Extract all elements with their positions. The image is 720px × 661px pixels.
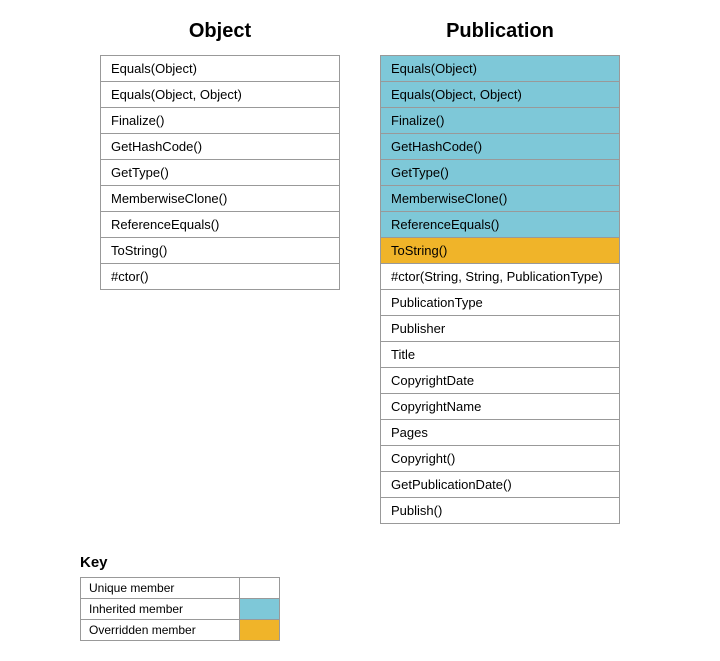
cell-label: ReferenceEquals() bbox=[381, 212, 620, 238]
main-container: Object Equals(Object)Equals(Object, Obje… bbox=[20, 20, 700, 524]
key-label: Overridden member bbox=[81, 620, 240, 641]
table-row: Finalize() bbox=[101, 108, 340, 134]
list-item: Overridden member bbox=[81, 620, 280, 641]
key-color bbox=[240, 620, 280, 641]
object-title: Object bbox=[189, 20, 251, 43]
table-row: #ctor() bbox=[101, 264, 340, 290]
cell-label: GetType() bbox=[381, 160, 620, 186]
key-table: Unique member Inherited member Overridde… bbox=[80, 577, 280, 641]
table-row: Copyright() bbox=[381, 446, 620, 472]
cell-label: ToString() bbox=[101, 238, 340, 264]
cell-label: Equals(Object) bbox=[101, 56, 340, 82]
table-row: ReferenceEquals() bbox=[101, 212, 340, 238]
key-label: Unique member bbox=[81, 578, 240, 599]
table-row: ToString() bbox=[381, 238, 620, 264]
cell-label: #ctor(String, String, PublicationType) bbox=[381, 264, 620, 290]
object-column: Object Equals(Object)Equals(Object, Obje… bbox=[100, 20, 340, 524]
table-row: GetType() bbox=[101, 160, 340, 186]
cell-label: GetHashCode() bbox=[381, 134, 620, 160]
table-row: MemberwiseClone() bbox=[101, 186, 340, 212]
table-row: Finalize() bbox=[381, 108, 620, 134]
cell-label: CopyrightName bbox=[381, 394, 620, 420]
cell-label: GetType() bbox=[101, 160, 340, 186]
object-table: Equals(Object)Equals(Object, Object)Fina… bbox=[100, 55, 340, 290]
cell-label: ReferenceEquals() bbox=[101, 212, 340, 238]
table-row: Equals(Object) bbox=[101, 56, 340, 82]
cell-label: Title bbox=[381, 342, 620, 368]
table-row: GetHashCode() bbox=[381, 134, 620, 160]
cell-label: CopyrightDate bbox=[381, 368, 620, 394]
publication-column: Publication Equals(Object)Equals(Object,… bbox=[380, 20, 620, 524]
cell-label: #ctor() bbox=[101, 264, 340, 290]
list-item: Unique member bbox=[81, 578, 280, 599]
publication-title: Publication bbox=[446, 20, 554, 43]
table-row: GetHashCode() bbox=[101, 134, 340, 160]
table-row: Title bbox=[381, 342, 620, 368]
table-row: MemberwiseClone() bbox=[381, 186, 620, 212]
table-row: PublicationType bbox=[381, 290, 620, 316]
cell-label: Equals(Object, Object) bbox=[101, 82, 340, 108]
table-row: Pages bbox=[381, 420, 620, 446]
table-row: CopyrightDate bbox=[381, 368, 620, 394]
cell-label: MemberwiseClone() bbox=[381, 186, 620, 212]
cell-label: Pages bbox=[381, 420, 620, 446]
cell-label: Equals(Object, Object) bbox=[381, 82, 620, 108]
cell-label: Publisher bbox=[381, 316, 620, 342]
key-color bbox=[240, 578, 280, 599]
key-label: Inherited member bbox=[81, 599, 240, 620]
cell-label: GetPublicationDate() bbox=[381, 472, 620, 498]
cell-label: Finalize() bbox=[101, 108, 340, 134]
table-row: ToString() bbox=[101, 238, 340, 264]
table-row: ReferenceEquals() bbox=[381, 212, 620, 238]
publication-table: Equals(Object)Equals(Object, Object)Fina… bbox=[380, 55, 620, 524]
table-row: #ctor(String, String, PublicationType) bbox=[381, 264, 620, 290]
cell-label: ToString() bbox=[381, 238, 620, 264]
table-row: GetPublicationDate() bbox=[381, 472, 620, 498]
cell-label: Publish() bbox=[381, 498, 620, 524]
key-title: Key bbox=[80, 554, 280, 571]
table-row: Equals(Object) bbox=[381, 56, 620, 82]
cell-label: PublicationType bbox=[381, 290, 620, 316]
cell-label: MemberwiseClone() bbox=[101, 186, 340, 212]
cell-label: Equals(Object) bbox=[381, 56, 620, 82]
list-item: Inherited member bbox=[81, 599, 280, 620]
key-color bbox=[240, 599, 280, 620]
table-row: Equals(Object, Object) bbox=[381, 82, 620, 108]
key-section: Key Unique member Inherited member Overr… bbox=[80, 554, 280, 641]
cell-label: Finalize() bbox=[381, 108, 620, 134]
cell-label: GetHashCode() bbox=[101, 134, 340, 160]
table-row: Equals(Object, Object) bbox=[101, 82, 340, 108]
table-row: Publish() bbox=[381, 498, 620, 524]
table-row: GetType() bbox=[381, 160, 620, 186]
table-row: Publisher bbox=[381, 316, 620, 342]
cell-label: Copyright() bbox=[381, 446, 620, 472]
table-row: CopyrightName bbox=[381, 394, 620, 420]
